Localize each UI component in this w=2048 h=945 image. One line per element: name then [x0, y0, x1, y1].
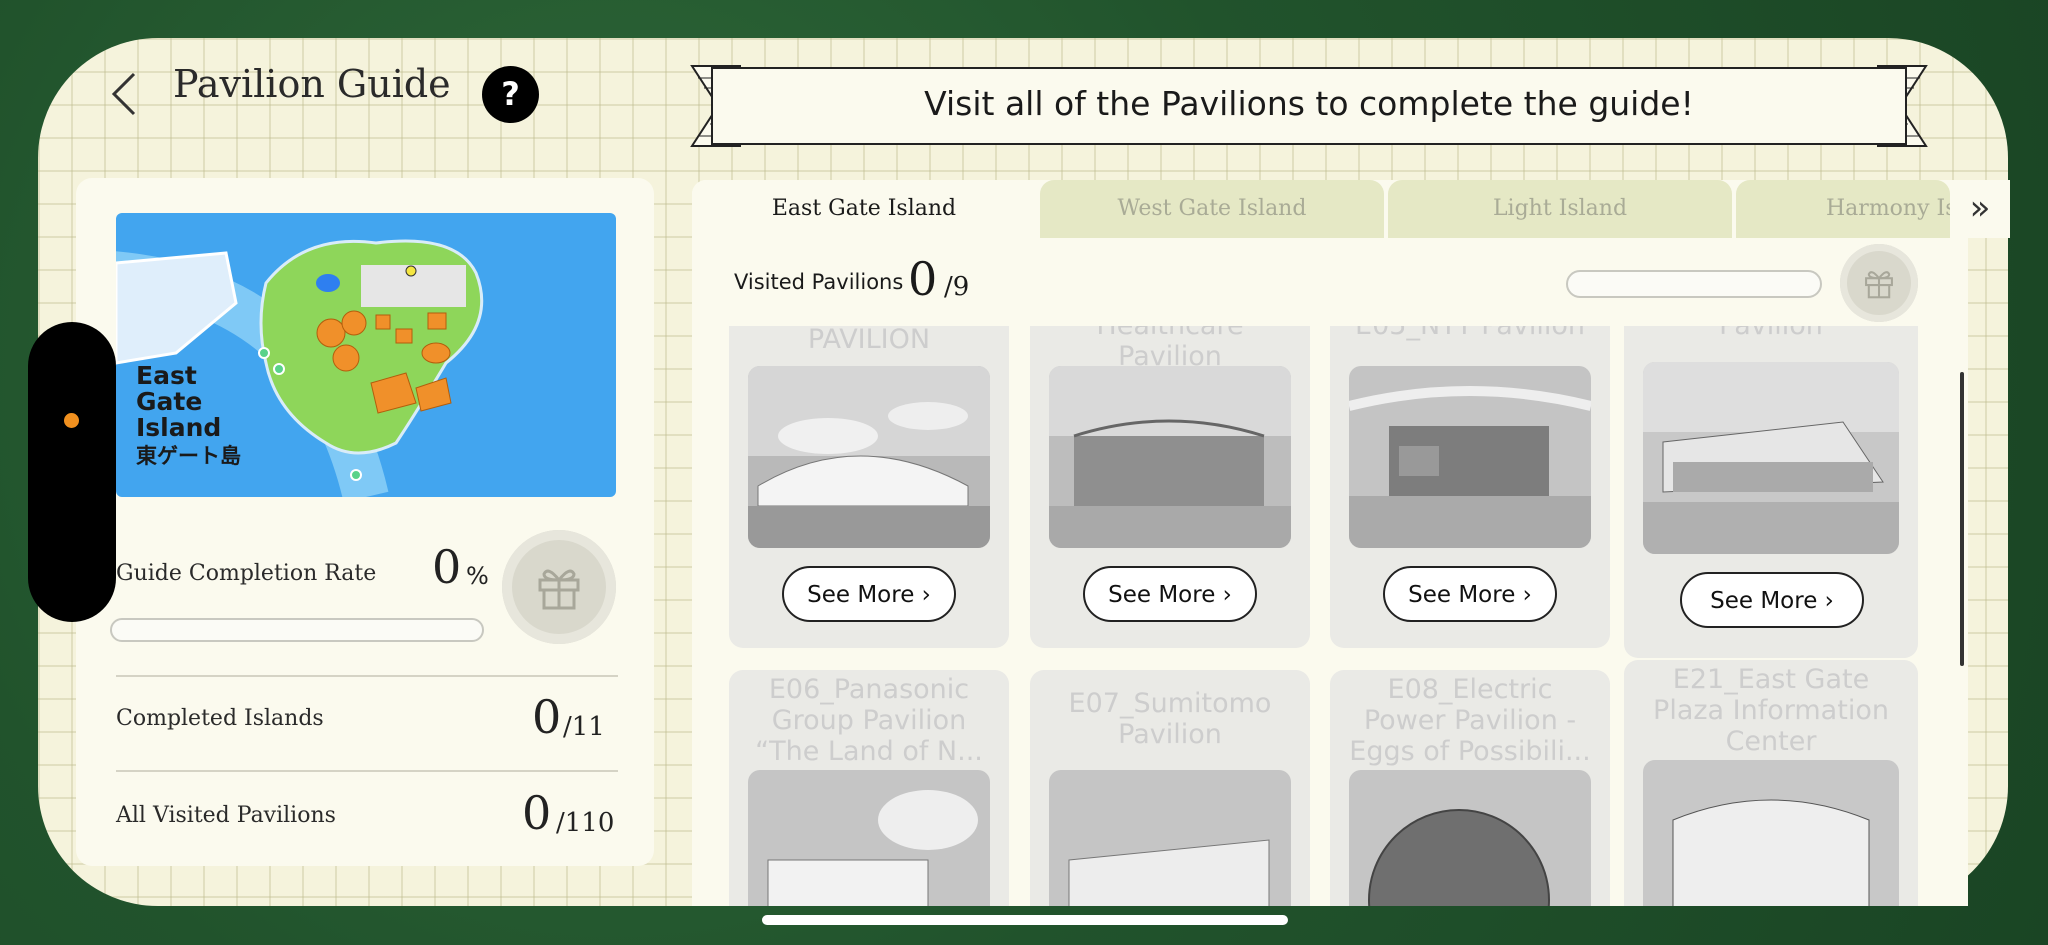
island-map[interactable]: East Gate Island 東ゲート島	[116, 213, 616, 497]
pavilion-photo	[748, 770, 990, 906]
question-icon[interactable]: ?	[482, 66, 539, 123]
see-more-button[interactable]: See More ›	[782, 566, 956, 622]
pavilion-card[interactable]: E08_Electric Power Pavilion - Eggs of Po…	[1330, 670, 1610, 906]
visited-pavilions-total: /9	[944, 272, 970, 302]
completion-rate-value: 0	[432, 540, 462, 594]
map-island-label: East Gate Island 東ゲート島	[136, 363, 241, 469]
see-more-label: See More	[1108, 582, 1216, 608]
page-title: Pavilion Guide	[173, 62, 451, 106]
tab-light-island[interactable]: Light Island	[1388, 180, 1732, 238]
tab-east-gate-island[interactable]: East Gate Island	[692, 180, 1036, 238]
pavilion-card-title: E07_Sumitomo Pavilion	[1068, 688, 1272, 750]
all-visited-label: All Visited Pavilions	[116, 803, 336, 828]
all-visited-total: /110	[556, 808, 615, 838]
pavilion-photo	[1643, 362, 1899, 554]
gift-icon	[538, 569, 580, 610]
completion-rate-unit: %	[466, 562, 489, 590]
pavilion-card-title: E21_East Gate Plaza Information Center	[1653, 664, 1889, 757]
visited-pavilions-value: 0	[908, 252, 938, 306]
pavilion-card[interactable]: Healthcare Pavilion See More ›	[1030, 326, 1310, 648]
completed-islands-label: Completed Islands	[116, 706, 324, 731]
pavilion-card-title: E08_Electric Power Pavilion - Eggs of Po…	[1349, 674, 1591, 767]
completion-progress-bar	[110, 618, 484, 642]
see-more-button[interactable]: See More ›	[1383, 566, 1557, 622]
pavilion-card[interactable]: PAVILION See More ›	[729, 326, 1009, 648]
see-more-label: See More	[1710, 588, 1818, 614]
island-progress-bar	[1566, 270, 1822, 298]
back-arrow-icon[interactable]	[108, 72, 142, 116]
see-more-button[interactable]: See More ›	[1680, 572, 1864, 628]
tab-harmony-island[interactable]: Harmony Is	[1736, 180, 1950, 238]
divider	[116, 770, 618, 772]
pavilion-card-title: E06_Panasonic Group Pavilion “The Land o…	[755, 674, 983, 767]
pavilion-card-title: E05_NTT Pavilion	[1330, 326, 1610, 341]
pavilion-photo	[1349, 366, 1591, 548]
pavilion-card-title: Pavilion	[1624, 326, 1918, 341]
pavilion-card[interactable]: E21_East Gate Plaza Information Center	[1624, 660, 1918, 906]
tab-west-gate-island[interactable]: West Gate Island	[1040, 180, 1384, 238]
pavilion-card[interactable]: E05_NTT Pavilion See More ›	[1330, 326, 1610, 648]
pavilion-card-title: PAVILION	[807, 326, 931, 355]
map-label-jp: 東ゲート島	[136, 444, 241, 468]
status-dot-icon	[64, 413, 79, 428]
completion-reward-button[interactable]	[502, 530, 616, 644]
see-more-button[interactable]: See More ›	[1083, 566, 1257, 622]
pavilion-card[interactable]: E07_Sumitomo Pavilion	[1030, 670, 1310, 906]
completed-islands-value: 0	[532, 690, 562, 744]
see-more-label: See More	[807, 582, 915, 608]
all-visited-value: 0	[522, 786, 552, 840]
pavilion-card[interactable]: E06_Panasonic Group Pavilion “The Land o…	[729, 670, 1009, 906]
divider	[116, 675, 618, 677]
completed-islands-total: /11	[563, 712, 605, 742]
see-more-label: See More	[1408, 582, 1516, 608]
pavilion-photo	[1643, 760, 1899, 906]
pavilion-photo	[1349, 770, 1591, 906]
home-indicator[interactable]	[762, 915, 1288, 925]
pavilion-photo	[1049, 770, 1291, 906]
banner-text: Visit all of the Pavilions to complete t…	[924, 84, 1694, 123]
map-label-en: East Gate Island	[136, 361, 222, 442]
gift-icon	[1865, 271, 1893, 299]
pavilion-grid[interactable]: PAVILION See More › Healthcare Pavilion …	[692, 326, 1968, 906]
completion-rate-label: Guide Completion Rate	[116, 561, 377, 586]
island-reward-button[interactable]	[1840, 244, 1918, 322]
pavilion-photo	[1049, 366, 1291, 548]
side-handle[interactable]	[28, 322, 116, 622]
pavilion-photo	[748, 366, 990, 548]
tabs-next-icon[interactable]: »	[1950, 180, 2010, 238]
visited-pavilions-label: Visited Pavilions	[734, 270, 904, 294]
scrollbar[interactable]	[1960, 372, 1964, 666]
pavilion-card[interactable]: Pavilion See More ›	[1624, 326, 1918, 658]
